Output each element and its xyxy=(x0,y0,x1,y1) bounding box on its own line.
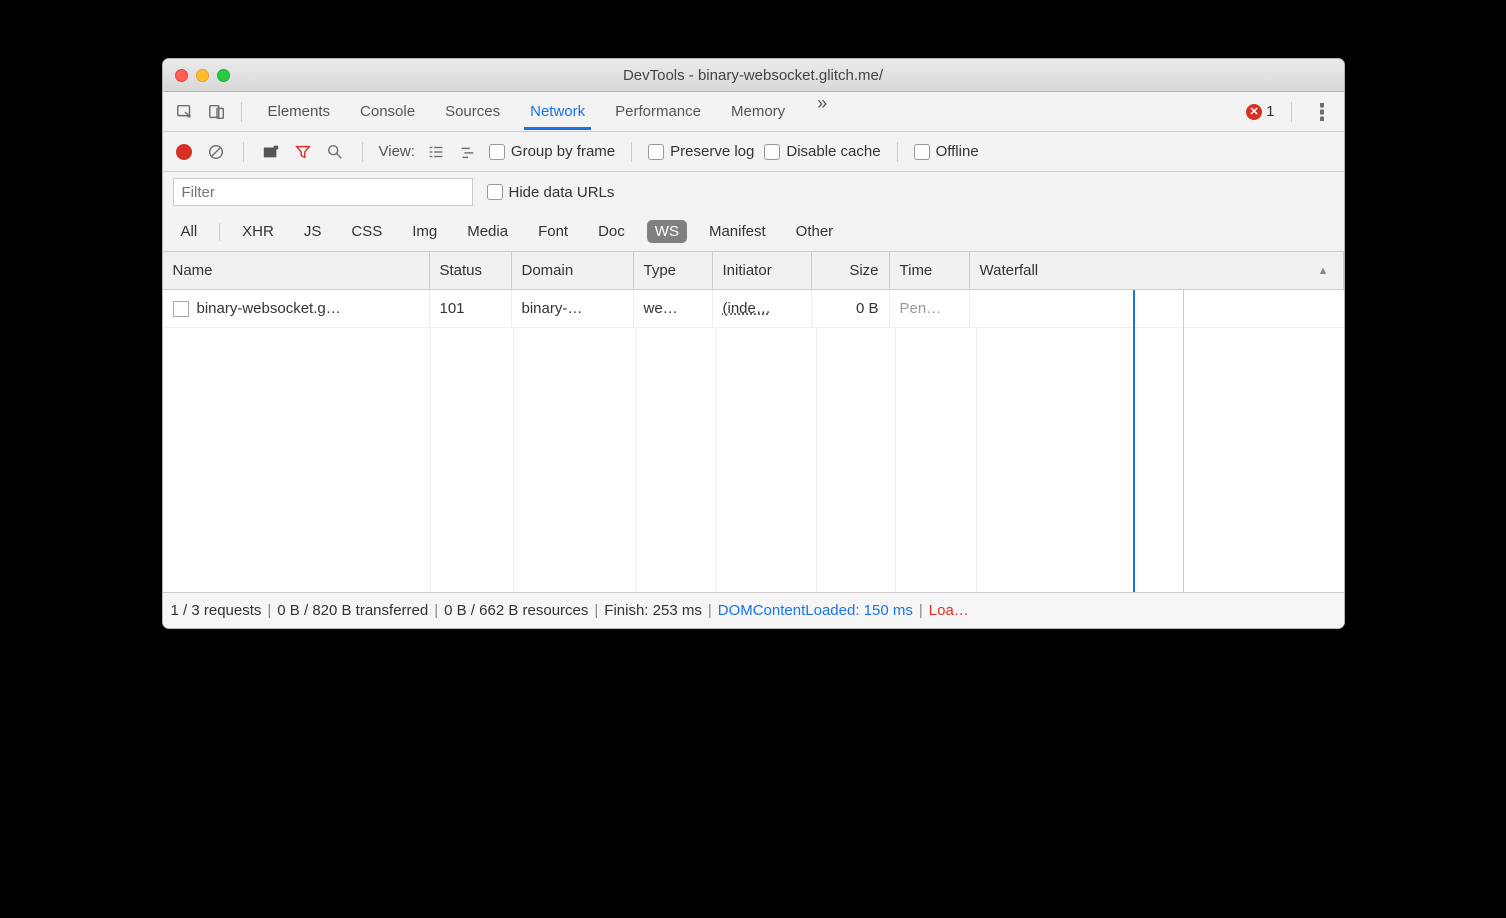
error-count-badge[interactable]: ✕ 1 xyxy=(1246,103,1274,120)
type-ws[interactable]: WS xyxy=(647,220,687,243)
record-button[interactable] xyxy=(173,141,195,163)
filter-bar: Hide data URLs xyxy=(163,172,1344,212)
preserve-log-checkbox[interactable]: Preserve log xyxy=(648,143,754,160)
search-button[interactable] xyxy=(324,141,346,163)
type-filter-bar: All XHR JS CSS Img Media Font Doc WS Man… xyxy=(163,212,1344,252)
col-time-header[interactable]: Time xyxy=(890,252,970,289)
table-header: Name Status Domain Type Initiator Size T… xyxy=(163,252,1344,290)
status-bar: 1 / 3 requests | 0 B / 820 B transferred… xyxy=(163,592,1344,628)
more-tabs-button[interactable]: » xyxy=(809,93,835,130)
checkbox-icon xyxy=(914,144,930,160)
capture-screenshots-button[interactable] xyxy=(260,141,282,163)
offline-checkbox[interactable]: Offline xyxy=(914,143,979,160)
checkbox-icon xyxy=(487,184,503,200)
col-status-header[interactable]: Status xyxy=(430,252,512,289)
table-row[interactable]: binary-websocket.g… 101 binary-… we… (in… xyxy=(163,290,1344,328)
waterfall-marker xyxy=(1133,290,1135,592)
separator xyxy=(631,142,632,162)
status-load: Loa… xyxy=(929,602,969,619)
window-title: DevTools - binary-websocket.glitch.me/ xyxy=(163,67,1344,84)
table-body: binary-websocket.g… 101 binary-… we… (in… xyxy=(163,290,1344,592)
device-toolbar-icon[interactable] xyxy=(203,98,231,126)
separator xyxy=(1291,102,1292,122)
toolbar-right: ✕ 1 xyxy=(1246,98,1335,126)
type-css[interactable]: CSS xyxy=(343,220,390,243)
type-font[interactable]: Font xyxy=(530,220,576,243)
cell-domain: binary-… xyxy=(512,290,634,327)
col-initiator-header[interactable]: Initiator xyxy=(713,252,812,289)
separator xyxy=(897,142,898,162)
cell-type: we… xyxy=(634,290,713,327)
group-by-frame-checkbox[interactable]: Group by frame xyxy=(489,143,615,160)
cell-size: 0 B xyxy=(812,290,890,327)
large-rows-button[interactable] xyxy=(425,141,447,163)
separator xyxy=(241,102,242,122)
titlebar: DevTools - binary-websocket.glitch.me/ xyxy=(163,59,1344,92)
separator xyxy=(219,223,220,241)
col-size-header[interactable]: Size xyxy=(812,252,890,289)
clear-button[interactable] xyxy=(205,141,227,163)
type-xhr[interactable]: XHR xyxy=(234,220,282,243)
type-other[interactable]: Other xyxy=(788,220,842,243)
cell-initiator[interactable]: (inde… xyxy=(723,300,771,317)
cell-waterfall xyxy=(970,290,1344,327)
checkbox-icon xyxy=(489,144,505,160)
tab-performance[interactable]: Performance xyxy=(609,93,707,130)
type-js[interactable]: JS xyxy=(296,220,330,243)
status-transferred: 0 B / 820 B transferred xyxy=(277,602,428,619)
separator xyxy=(362,142,363,162)
view-label: View: xyxy=(379,143,415,160)
network-controls: View: Group by frame Preserve log Disabl… xyxy=(163,132,1344,172)
grid-lines xyxy=(163,328,977,592)
status-finish: Finish: 253 ms xyxy=(604,602,702,619)
col-name-header[interactable]: Name xyxy=(163,252,430,289)
filter-toggle-button[interactable] xyxy=(292,141,314,163)
separator xyxy=(243,142,244,162)
col-domain-header[interactable]: Domain xyxy=(512,252,634,289)
inspect-element-icon[interactable] xyxy=(171,98,199,126)
cell-status: 101 xyxy=(430,290,512,327)
status-resources: 0 B / 662 B resources xyxy=(444,602,588,619)
tab-console[interactable]: Console xyxy=(354,93,421,130)
devtools-window: DevTools - binary-websocket.glitch.me/ E… xyxy=(162,58,1345,629)
tab-network[interactable]: Network xyxy=(524,93,591,130)
cell-name: binary-websocket.g… xyxy=(197,300,341,317)
settings-menu-icon[interactable] xyxy=(1308,98,1336,126)
cell-time: Pen… xyxy=(890,290,970,327)
checkbox-icon xyxy=(648,144,664,160)
record-icon xyxy=(176,144,192,160)
checkbox-icon xyxy=(764,144,780,160)
tab-sources[interactable]: Sources xyxy=(439,93,506,130)
panel-tabs: Elements Console Sources Network Perform… xyxy=(262,93,836,130)
waterfall-marker xyxy=(1183,290,1184,592)
tab-memory[interactable]: Memory xyxy=(725,93,791,130)
col-waterfall-header[interactable]: Waterfall ▲ xyxy=(970,252,1344,289)
tab-elements[interactable]: Elements xyxy=(262,93,337,130)
file-icon xyxy=(173,301,189,317)
error-icon: ✕ xyxy=(1246,104,1262,120)
type-manifest[interactable]: Manifest xyxy=(701,220,774,243)
status-requests: 1 / 3 requests xyxy=(171,602,262,619)
type-all[interactable]: All xyxy=(173,220,206,243)
main-toolbar: Elements Console Sources Network Perform… xyxy=(163,92,1344,132)
overview-toggle-button[interactable] xyxy=(457,141,479,163)
status-domcontentloaded: DOMContentLoaded: 150 ms xyxy=(718,602,913,619)
filter-input[interactable] xyxy=(173,178,473,206)
type-media[interactable]: Media xyxy=(459,220,516,243)
hide-data-urls-checkbox[interactable]: Hide data URLs xyxy=(487,184,615,201)
type-doc[interactable]: Doc xyxy=(590,220,633,243)
sort-asc-icon: ▲ xyxy=(1318,265,1329,277)
col-type-header[interactable]: Type xyxy=(634,252,713,289)
type-img[interactable]: Img xyxy=(404,220,445,243)
error-count: 1 xyxy=(1266,103,1274,120)
disable-cache-checkbox[interactable]: Disable cache xyxy=(764,143,880,160)
